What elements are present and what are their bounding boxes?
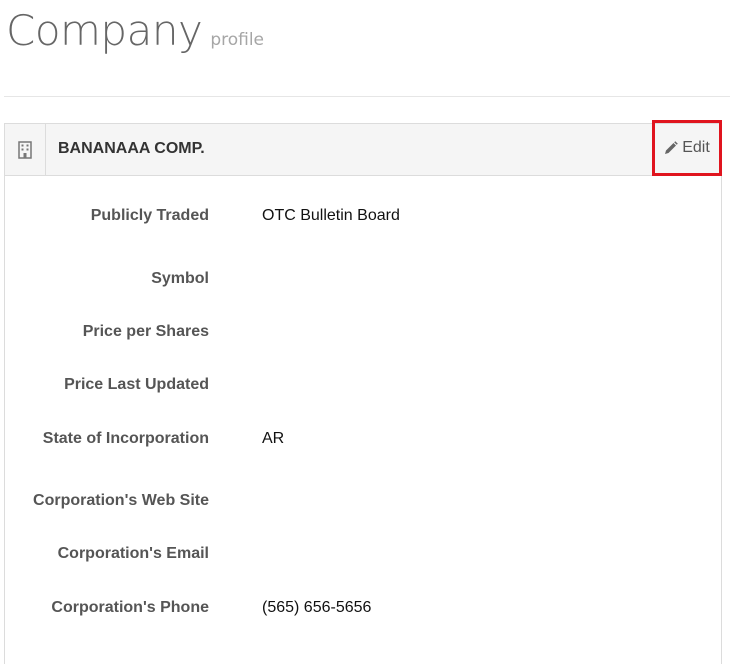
edit-label: Edit — [682, 139, 710, 156]
page-header: Company profile — [6, 10, 264, 52]
pencil-icon — [664, 141, 679, 155]
panel-heading: BANANAAA COMP. Edit — [5, 120, 722, 176]
label-state-of-incorporation: State of Incorporation — [42, 430, 209, 447]
label-price-last-updated: Price Last Updated — [64, 376, 209, 393]
page-subtitle: profile — [210, 30, 265, 50]
company-panel: BANANAAA COMP. Edit Publicly Traded OTC … — [4, 120, 722, 664]
label-publicly-traded: Publicly Traded — [90, 207, 209, 224]
label-symbol: Symbol — [151, 270, 209, 287]
label-phone: Corporation's Phone — [51, 599, 209, 616]
header-divider — [4, 96, 730, 97]
label-price-per-shares: Price per Shares — [82, 323, 209, 340]
value-publicly-traded: OTC Bulletin Board — [262, 207, 400, 224]
edit-button[interactable]: Edit — [652, 120, 722, 176]
building-icon — [5, 124, 46, 175]
value-phone: (565) 656-5656 — [262, 599, 372, 616]
label-email: Corporation's Email — [57, 545, 209, 562]
value-state-of-incorporation: AR — [262, 430, 285, 447]
page-title: Company — [6, 6, 203, 55]
label-web-site: Corporation's Web Site — [33, 492, 209, 509]
company-name: BANANAAA COMP. — [58, 140, 205, 157]
